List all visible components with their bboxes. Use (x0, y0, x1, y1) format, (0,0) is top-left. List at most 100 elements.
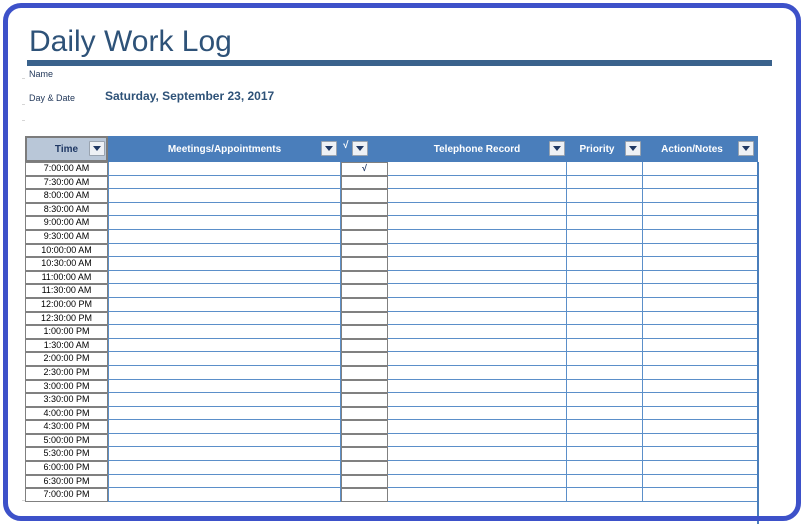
cell-telephone[interactable] (388, 393, 566, 407)
filter-button-time[interactable] (89, 141, 105, 156)
cell-time[interactable]: 5:30:00 PM (25, 447, 108, 462)
cell-telephone[interactable] (388, 229, 566, 244)
cell-telephone[interactable] (388, 175, 566, 190)
cell-check[interactable] (341, 284, 388, 298)
cell-action[interactable] (642, 297, 758, 312)
cell-time[interactable]: 7:00:00 PM (25, 488, 108, 502)
cell-priority[interactable] (566, 393, 642, 407)
cell-telephone[interactable] (388, 352, 566, 366)
cell-action[interactable] (642, 406, 758, 421)
cell-time[interactable]: 1:00:00 PM (25, 325, 108, 339)
cell-check[interactable] (341, 365, 388, 380)
cell-priority[interactable] (566, 216, 642, 230)
cell-time[interactable]: 5:00:00 PM (25, 433, 108, 448)
cell-check[interactable] (341, 474, 388, 489)
cell-meetings[interactable] (108, 406, 341, 421)
cell-action[interactable] (642, 284, 758, 298)
cell-time[interactable]: 10:30:00 AM (25, 257, 108, 271)
cell-check[interactable] (341, 406, 388, 421)
cell-check[interactable] (341, 379, 388, 394)
cell-priority[interactable] (566, 379, 642, 394)
cell-check[interactable] (341, 420, 388, 434)
cell-check[interactable] (341, 229, 388, 244)
cell-check[interactable] (341, 325, 388, 339)
cell-telephone[interactable] (388, 311, 566, 326)
cell-meetings[interactable] (108, 488, 341, 502)
cell-time[interactable]: 1:30:00 AM (25, 338, 108, 353)
cell-priority[interactable] (566, 175, 642, 190)
cell-telephone[interactable] (388, 474, 566, 489)
cell-priority[interactable] (566, 461, 642, 475)
cell-time[interactable]: 6:00:00 PM (25, 461, 108, 475)
cell-telephone[interactable] (388, 379, 566, 394)
filter-button-check[interactable] (352, 141, 368, 156)
cell-action[interactable] (642, 216, 758, 230)
cell-action[interactable] (642, 257, 758, 271)
cell-check[interactable] (341, 257, 388, 271)
cell-time[interactable]: 4:00:00 PM (25, 406, 108, 421)
cell-meetings[interactable] (108, 284, 341, 298)
cell-meetings[interactable] (108, 189, 341, 203)
cell-meetings[interactable] (108, 447, 341, 462)
cell-time[interactable]: 9:00:00 AM (25, 216, 108, 230)
cell-time[interactable]: 9:30:00 AM (25, 229, 108, 244)
cell-priority[interactable] (566, 297, 642, 312)
day-date-value[interactable]: Saturday, September 23, 2017 (105, 89, 274, 104)
cell-check[interactable] (341, 297, 388, 312)
cell-telephone[interactable] (388, 243, 566, 258)
cell-priority[interactable] (566, 447, 642, 462)
column-header-meetings[interactable]: Meetings/Appointments (108, 136, 341, 162)
cell-action[interactable] (642, 352, 758, 366)
column-header-telephone[interactable]: Telephone Record (388, 136, 566, 162)
cell-meetings[interactable] (108, 474, 341, 489)
cell-meetings[interactable] (108, 420, 341, 434)
cell-check[interactable] (341, 270, 388, 285)
cell-meetings[interactable] (108, 433, 341, 448)
cell-priority[interactable] (566, 189, 642, 203)
cell-telephone[interactable] (388, 162, 566, 176)
cell-time[interactable]: 11:30:00 AM (25, 284, 108, 298)
cell-meetings[interactable] (108, 175, 341, 190)
cell-action[interactable] (642, 243, 758, 258)
cell-time[interactable]: 2:00:00 PM (25, 352, 108, 366)
cell-time[interactable]: 3:00:00 PM (25, 379, 108, 394)
cell-check[interactable] (341, 189, 388, 203)
column-header-priority[interactable]: Priority (566, 136, 628, 162)
cell-time[interactable]: 12:30:00 PM (25, 311, 108, 326)
cell-meetings[interactable] (108, 379, 341, 394)
cell-priority[interactable] (566, 365, 642, 380)
cell-telephone[interactable] (388, 420, 566, 434)
cell-telephone[interactable] (388, 216, 566, 230)
cell-check[interactable] (341, 447, 388, 462)
cell-action[interactable] (642, 393, 758, 407)
cell-check[interactable]: √ (341, 162, 388, 176)
cell-action[interactable] (642, 175, 758, 190)
filter-button-telephone[interactable] (549, 141, 565, 156)
cell-time[interactable]: 8:00:00 AM (25, 189, 108, 203)
cell-time[interactable]: 12:00:00 PM (25, 297, 108, 312)
cell-priority[interactable] (566, 257, 642, 271)
cell-priority[interactable] (566, 202, 642, 217)
cell-action[interactable] (642, 447, 758, 462)
cell-check[interactable] (341, 338, 388, 353)
cell-priority[interactable] (566, 243, 642, 258)
column-header-action[interactable]: Action/Notes (642, 136, 742, 162)
cell-telephone[interactable] (388, 189, 566, 203)
cell-priority[interactable] (566, 270, 642, 285)
cell-action[interactable] (642, 433, 758, 448)
cell-action[interactable] (642, 325, 758, 339)
cell-telephone[interactable] (388, 433, 566, 448)
cell-priority[interactable] (566, 352, 642, 366)
cell-meetings[interactable] (108, 325, 341, 339)
cell-action[interactable] (642, 162, 758, 176)
cell-action[interactable] (642, 189, 758, 203)
filter-button-priority[interactable] (625, 141, 641, 156)
cell-telephone[interactable] (388, 257, 566, 271)
cell-time[interactable]: 3:30:00 PM (25, 393, 108, 407)
cell-time[interactable]: 7:30:00 AM (25, 175, 108, 190)
cell-telephone[interactable] (388, 202, 566, 217)
cell-telephone[interactable] (388, 325, 566, 339)
cell-meetings[interactable] (108, 297, 341, 312)
cell-action[interactable] (642, 270, 758, 285)
cell-check[interactable] (341, 243, 388, 258)
